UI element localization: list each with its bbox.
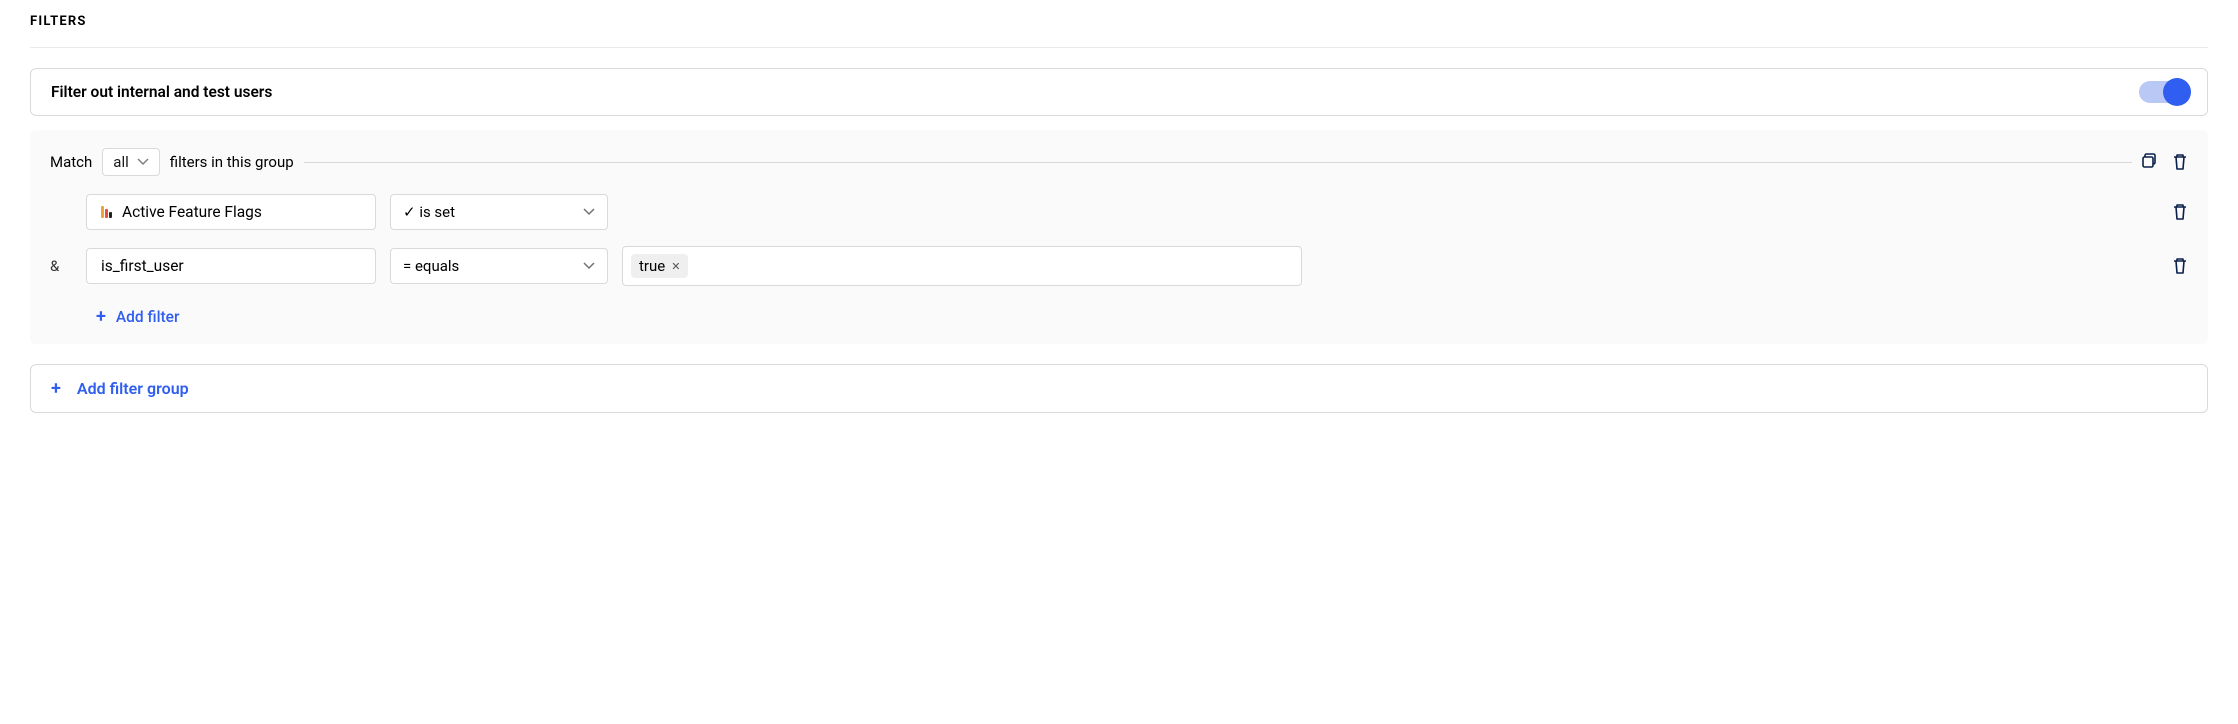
match-mode-select[interactable]: all [102, 148, 159, 176]
duplicate-group-button[interactable] [2142, 153, 2158, 171]
add-filter-group-button[interactable]: + Add filter group [30, 364, 2208, 413]
filter-value-input[interactable]: true ✕ [622, 246, 1302, 286]
add-filter-label: Add filter [116, 308, 180, 326]
add-filter-group-label: Add filter group [77, 379, 189, 398]
filter-row: Active Feature Flags ✓ is set [50, 194, 2188, 230]
filter-property-label: is_first_user [101, 257, 184, 275]
internal-users-toggle-card: Filter out internal and test users [30, 68, 2208, 116]
filter-property-label: Active Feature Flags [122, 203, 262, 221]
filter-operator-select[interactable]: ✓ is set [390, 194, 608, 230]
filter-property-select[interactable]: Active Feature Flags [86, 194, 376, 230]
value-chip-label: true [639, 257, 665, 275]
delete-group-button[interactable] [2172, 153, 2188, 171]
divider [304, 162, 2132, 163]
delete-filter-button[interactable] [2172, 203, 2188, 221]
operator-symbol: ✓ [403, 203, 416, 221]
operator-label: is set [419, 203, 455, 221]
match-mode-value: all [113, 153, 128, 171]
operator-label: equals [415, 257, 459, 275]
filter-group-header: Match all filters in this group [50, 148, 2188, 176]
remove-chip-icon[interactable]: ✕ [671, 260, 680, 273]
filter-row: & is_first_user = equals true ✕ [50, 246, 2188, 286]
feature-flag-icon [101, 206, 112, 218]
filters-section-title: FILTERS [30, 14, 2208, 48]
chevron-down-icon [137, 158, 149, 166]
filter-group: Match all filters in this group [30, 130, 2208, 344]
match-label-suffix: filters in this group [170, 153, 294, 171]
add-filter-button[interactable]: + Add filter [96, 308, 179, 326]
filter-operator-select[interactable]: = equals [390, 248, 608, 284]
internal-users-toggle-label: Filter out internal and test users [51, 83, 272, 101]
delete-filter-button[interactable] [2172, 257, 2188, 275]
connector-and: & [50, 257, 72, 275]
plus-icon: + [51, 380, 61, 398]
chevron-down-icon [583, 208, 595, 216]
operator-symbol: = [403, 257, 411, 275]
filter-property-select[interactable]: is_first_user [86, 248, 376, 284]
value-chip: true ✕ [631, 254, 688, 278]
chevron-down-icon [583, 262, 595, 270]
match-label-prefix: Match [50, 153, 92, 171]
internal-users-toggle[interactable] [2139, 81, 2187, 103]
plus-icon: + [96, 308, 106, 326]
